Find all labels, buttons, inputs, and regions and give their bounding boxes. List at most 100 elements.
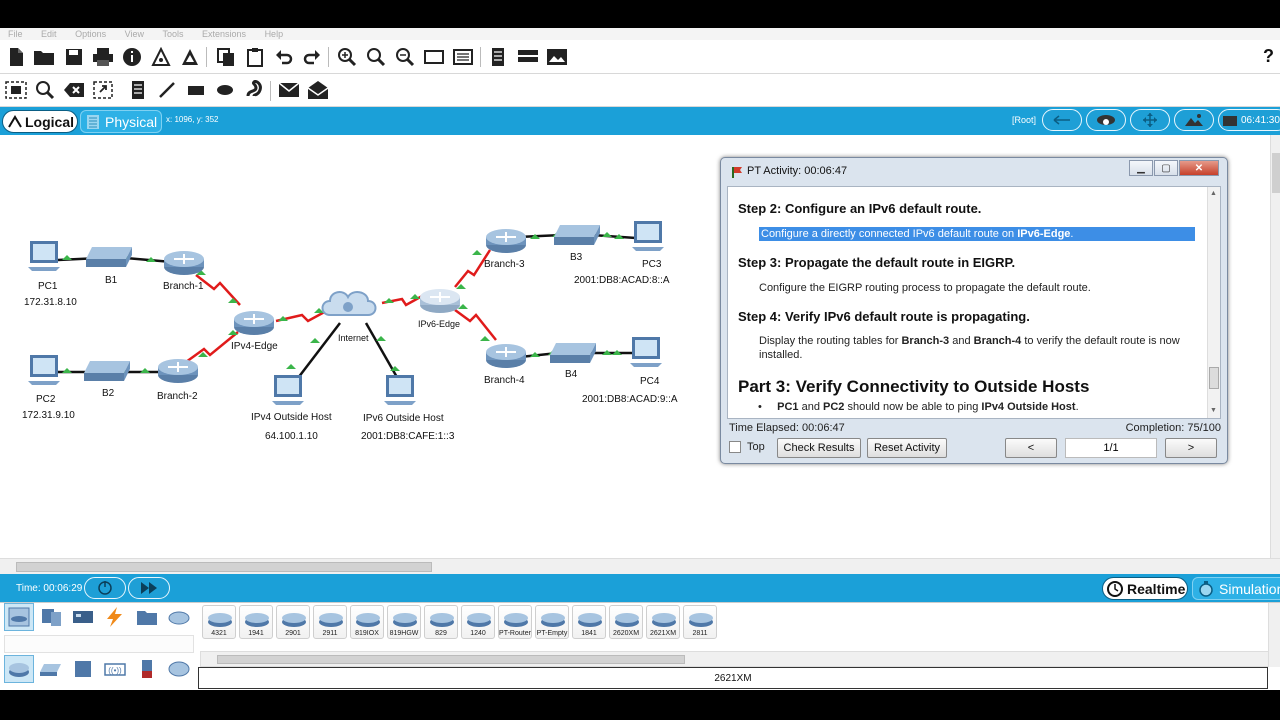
menu-view[interactable]: View (125, 28, 144, 40)
pdu-list-button[interactable] (486, 45, 510, 69)
workspace-horizontal-scrollbar[interactable] (0, 558, 1280, 574)
palette-vertical-scrollbar[interactable] (1268, 603, 1280, 667)
tab-simulation[interactable]: Simulation (1192, 577, 1280, 600)
new-cluster-button[interactable] (1086, 109, 1126, 131)
menu-extensions[interactable]: Extensions (202, 28, 246, 40)
zoom-out-button[interactable] (393, 45, 417, 69)
category-connections[interactable] (100, 603, 130, 631)
draw-line-button[interactable] (155, 78, 179, 102)
switch-b4[interactable] (550, 343, 596, 363)
info-button[interactable] (120, 45, 144, 69)
close-button[interactable]: ✕ (1179, 160, 1219, 176)
link-ipv6edge-branch4[interactable] (454, 308, 497, 341)
back-button[interactable] (1042, 109, 1082, 131)
paste-button[interactable] (243, 45, 267, 69)
undo-button[interactable] (272, 45, 296, 69)
model-2621xm[interactable]: 2621XM (646, 605, 680, 639)
pc-ipv4-outside-host[interactable] (272, 375, 304, 405)
router-branch-3[interactable] (486, 229, 526, 253)
pt-activity-dialog[interactable]: PT Activity: 00:06:47 ▁ ▢ ✕ Step 2: Conf… (720, 157, 1228, 464)
freeform-button[interactable] (242, 78, 266, 102)
fast-forward-button[interactable] (128, 577, 170, 599)
power-cycle-button[interactable] (84, 577, 126, 599)
instructions-scrollbar[interactable]: ▲ ▼ (1207, 187, 1220, 418)
pc-pc3[interactable] (632, 221, 664, 251)
network-info-button[interactable] (149, 45, 173, 69)
palette-scroll-thumb[interactable] (217, 655, 685, 664)
model-1240[interactable]: 1240 (461, 605, 495, 639)
menu-file[interactable]: File (8, 28, 23, 40)
open-button[interactable] (32, 45, 56, 69)
menu-tools[interactable]: Tools (162, 28, 183, 40)
menu-edit[interactable]: Edit (41, 28, 57, 40)
resize-tool-button[interactable] (91, 78, 115, 102)
dialog-title-bar[interactable]: PT Activity: 00:06:47 ▁ ▢ ✕ (721, 158, 1227, 184)
save-button[interactable] (62, 45, 86, 69)
activity-wizard-button[interactable] (178, 45, 202, 69)
model-pt-empty[interactable]: PT-Empty (535, 605, 569, 639)
tab-realtime[interactable]: Realtime (1102, 577, 1188, 600)
redo-button[interactable] (300, 45, 324, 69)
workspace-vertical-scrollbar[interactable] (1270, 135, 1280, 558)
router-ipv4-edge[interactable] (234, 311, 274, 335)
model-819hgw[interactable]: 819HGW (387, 605, 421, 639)
add-simple-pdu-button[interactable] (277, 78, 301, 102)
maximize-button[interactable]: ▢ (1154, 160, 1178, 176)
menu-help[interactable]: Help (265, 28, 284, 40)
select-tool-button[interactable] (4, 78, 28, 102)
model-2901[interactable]: 2901 (276, 605, 310, 639)
pc-pc2[interactable] (28, 355, 60, 385)
category-miscellaneous[interactable] (132, 603, 162, 631)
viewport-clock[interactable]: 06:41:30 (1218, 109, 1280, 131)
router-ipv6-edge[interactable] (420, 289, 460, 313)
workspace-horizontal-thumb[interactable] (16, 562, 432, 572)
switch-b1[interactable] (86, 247, 132, 267)
inspect-tool-button[interactable] (33, 78, 57, 102)
draw-ellipse-button[interactable] (213, 78, 237, 102)
router-branch-4[interactable] (486, 344, 526, 368)
subcategory-hubs[interactable] (68, 655, 98, 683)
router-branch-1[interactable] (164, 251, 204, 275)
palette-horizontal-scrollbar[interactable] (200, 651, 1280, 667)
subcategory-wan-emulation[interactable] (164, 655, 194, 683)
help-icon[interactable]: ? (1263, 46, 1274, 67)
step-2-text[interactable]: Configure a directly connected IPv6 defa… (759, 227, 1195, 241)
instructions-pane[interactable]: Step 2: Configure an IPv6 default route.… (727, 186, 1221, 419)
model-pt-router[interactable]: PT-Router (498, 605, 532, 639)
add-complex-pdu-button[interactable] (306, 78, 330, 102)
next-page-button[interactable]: > (1165, 438, 1217, 458)
place-note-button[interactable] (126, 78, 150, 102)
link-internet-ipv4host[interactable] (297, 322, 341, 379)
model-4321[interactable]: 4321 (202, 605, 236, 639)
model-1941[interactable]: 1941 (239, 605, 273, 639)
pc-pc1[interactable] (28, 241, 60, 271)
zoom-in-button[interactable] (335, 45, 359, 69)
workspace-vertical-thumb[interactable] (1272, 153, 1280, 193)
logical-workspace[interactable]: PC1 172.31.8.10 B1 Branch-1 PC2 172.31.9… (0, 135, 1270, 558)
previous-page-button[interactable]: < (1005, 438, 1057, 458)
copy-button[interactable] (214, 45, 238, 69)
scroll-up-icon[interactable]: ▲ (1210, 190, 1217, 197)
set-background-button[interactable] (1174, 109, 1214, 131)
subcategory-switches[interactable] (36, 655, 66, 683)
pc-pc4[interactable] (630, 337, 662, 367)
move-object-button[interactable] (1130, 109, 1170, 131)
category-components[interactable] (68, 603, 98, 631)
device-rack-button[interactable] (516, 45, 540, 69)
model-2811[interactable]: 2811 (683, 605, 717, 639)
delete-tool-button[interactable] (62, 78, 86, 102)
check-results-button[interactable]: Check Results (777, 438, 861, 458)
draw-rectangle-button[interactable] (184, 78, 208, 102)
menu-options[interactable]: Options (75, 28, 106, 40)
model-2620xm[interactable]: 2620XM (609, 605, 643, 639)
minimize-button[interactable]: ▁ (1129, 160, 1153, 176)
instructions-scroll-thumb[interactable] (1209, 367, 1219, 389)
category-network-devices[interactable] (4, 603, 34, 631)
zoom-reset-button[interactable] (364, 45, 388, 69)
subcategory-routers[interactable] (4, 655, 34, 683)
switch-b3[interactable] (554, 225, 600, 245)
custom-devices-button[interactable] (451, 45, 475, 69)
tab-physical[interactable]: Physical (80, 110, 162, 133)
model-819iox[interactable]: 819IOX (350, 605, 384, 639)
router-branch-2[interactable] (158, 359, 198, 383)
